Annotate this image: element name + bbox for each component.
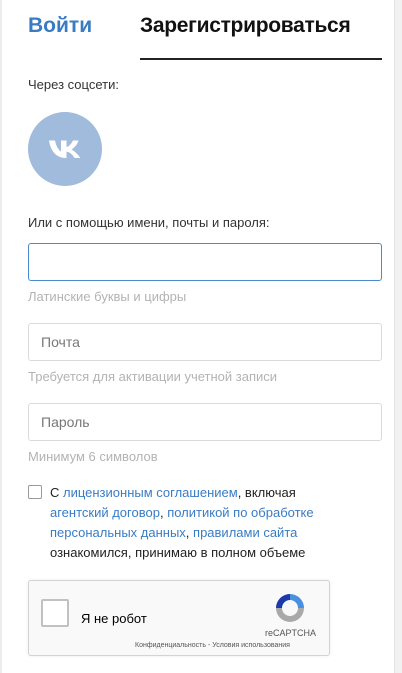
auth-tabs: Войти Зарегистрироваться [28, 14, 382, 60]
recaptcha-terms-link[interactable]: Условия использования [212, 642, 290, 649]
name-input[interactable] [28, 243, 382, 281]
agreement-sep-2: , [185, 525, 194, 540]
tab-register[interactable]: Зарегистрироваться [140, 14, 351, 38]
tab-login[interactable]: Войти [28, 14, 92, 38]
email-input[interactable] [28, 323, 382, 361]
agreement-checkbox[interactable] [28, 485, 42, 499]
form-label: Или с помощью имени, почты и пароля: [28, 215, 270, 230]
recaptcha-widget: Я не робот reCAPTCHA Конфиденциальность … [28, 580, 330, 656]
recaptcha-links: Конфиденциальность - Условия использован… [135, 642, 290, 649]
license-link[interactable]: лицензионным соглашением [63, 485, 238, 500]
scrollbar[interactable] [394, 0, 402, 673]
active-tab-underline [140, 58, 382, 60]
password-input[interactable] [28, 403, 382, 441]
agency-contract-link[interactable]: агентский договор [50, 505, 160, 520]
agreement-suffix: ознакомился, принимаю в полном объеме [50, 545, 306, 560]
site-rules-link[interactable]: правилами сайта [193, 525, 297, 540]
name-hint: Латинские буквы и цифры [28, 289, 187, 304]
left-frame-edge [0, 0, 2, 673]
password-hint: Минимум 6 символов [28, 449, 158, 464]
agreement-prefix: С [50, 485, 63, 500]
recaptcha-logo-icon [276, 594, 304, 622]
recaptcha-label: Я не робот [81, 611, 147, 626]
agreement-text-1: , включая [237, 485, 296, 500]
recaptcha-checkbox[interactable] [41, 599, 69, 627]
social-label: Через соцсети: [28, 77, 119, 92]
email-hint: Требуется для активации учетной записи [28, 369, 278, 384]
recaptcha-privacy-link[interactable]: Конфиденциальность [135, 642, 206, 649]
agreement-text: С лицензионным соглашением, включая аген… [50, 483, 350, 563]
recaptcha-brand: reCAPTCHA [265, 628, 317, 638]
vk-logo-icon [49, 140, 81, 158]
vk-login-button[interactable] [28, 112, 102, 186]
